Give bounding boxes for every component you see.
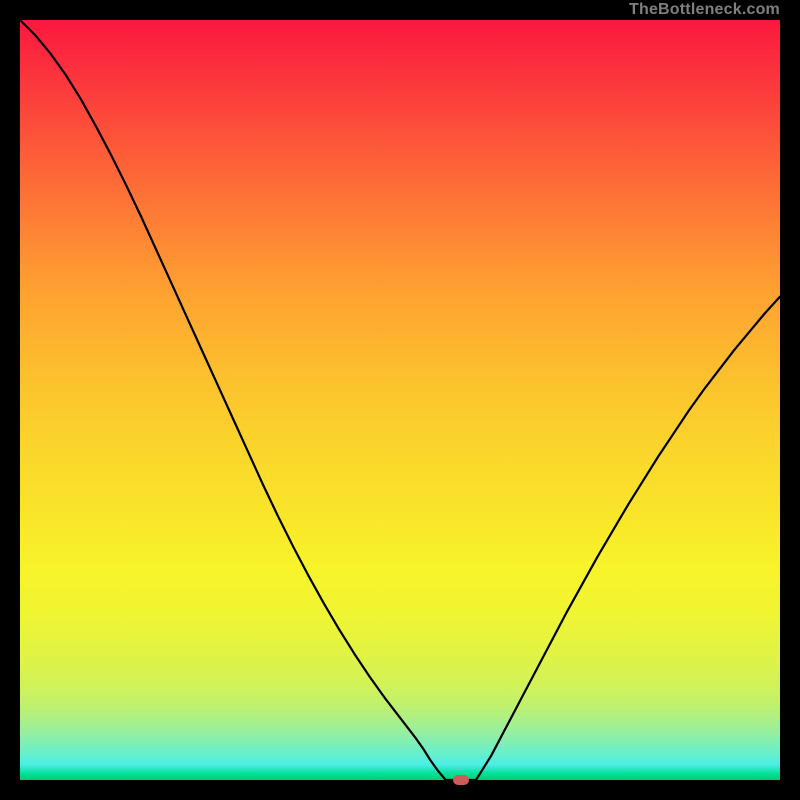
bottleneck-curve bbox=[20, 20, 780, 780]
bottleneck-chart bbox=[20, 20, 780, 780]
optimal-point-marker bbox=[453, 775, 469, 785]
watermark: TheBottleneck.com bbox=[629, 0, 780, 20]
